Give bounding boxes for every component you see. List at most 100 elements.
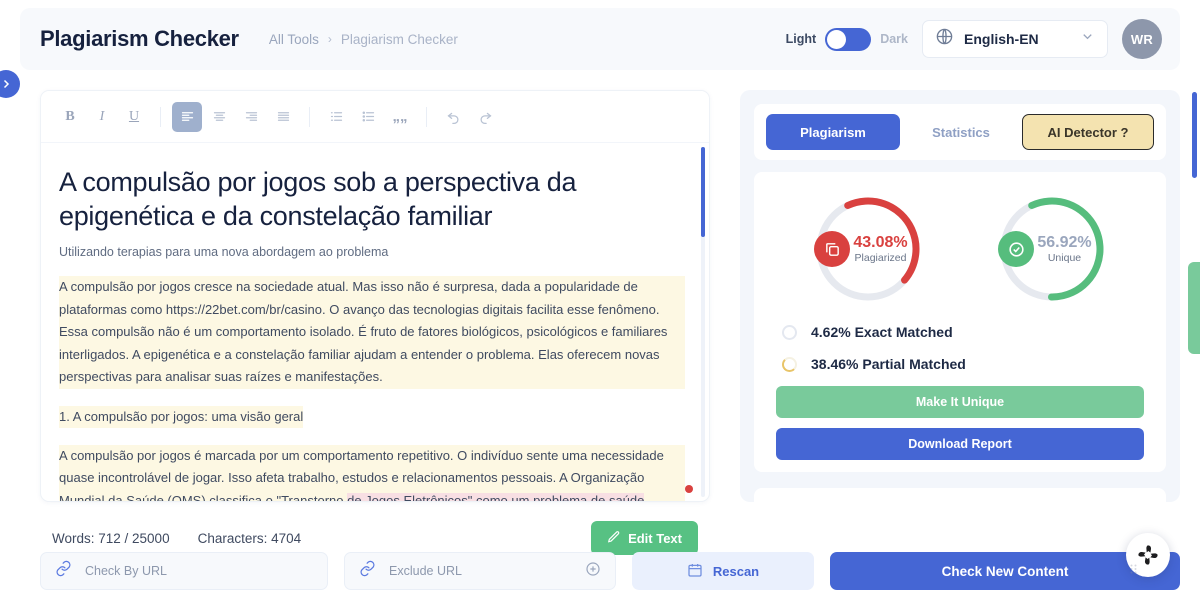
plagiarized-percent: 43.08% — [853, 234, 908, 251]
partial-match-icon — [782, 356, 797, 372]
theme-toggle-group: Light Dark — [785, 27, 908, 51]
editor-card: B I U „„ A compulsão por jogos sob a per… — [40, 90, 710, 502]
rescan-button[interactable]: Rescan — [632, 552, 814, 590]
document-body[interactable]: A compulsão por jogos sob a perspectiva … — [41, 143, 709, 501]
header-actions: Light Dark English-EN WR — [786, 19, 1162, 59]
editor-scrollbar[interactable] — [701, 147, 705, 497]
undo-icon[interactable] — [438, 102, 468, 132]
document-title: A compulsão por jogos sob a perspectiva … — [59, 167, 577, 231]
breadcrumb-current: Plagiarism Checker — [340, 31, 458, 47]
breadcrumb-all-tools[interactable]: All Tools — [269, 32, 319, 47]
avatar[interactable]: WR — [1122, 19, 1162, 59]
tab-statistics[interactable]: Statistics — [910, 114, 1012, 150]
theme-switch-knob — [827, 29, 847, 49]
editor-scrollbar-thumb[interactable] — [701, 147, 705, 237]
copy-icon — [814, 231, 851, 267]
exact-match-icon — [782, 324, 797, 340]
partial-matched-percent: 38.46% — [811, 356, 859, 372]
donut-unique-labels: 56.92% Unique — [1037, 234, 1091, 264]
results-secondary-card — [754, 488, 1166, 502]
unique-percent: 56.92% — [1037, 234, 1092, 251]
exact-matched-text: 4.62% Exact Matched — [811, 324, 953, 340]
breadcrumb: All Tools › Plagiarism Checker — [269, 32, 458, 47]
toolbar-divider — [309, 106, 310, 127]
edit-text-button[interactable]: Edit Text — [591, 521, 698, 555]
partial-matched-label: Partial Matched — [862, 356, 966, 372]
rescan-label: Rescan — [712, 563, 760, 579]
exclude-url-input[interactable]: Exclude URL — [344, 552, 616, 590]
chevron-right-icon: › — [327, 32, 332, 46]
plagiarized-label: Plagiarized — [854, 252, 907, 264]
check-circle-icon — [998, 231, 1035, 267]
italic-icon[interactable]: I — [87, 102, 117, 132]
results-card: Plagiarism Statistics AI Detector ? 43.0… — [740, 90, 1180, 502]
donut-plagiarized: 43.08% Plagiarized — [812, 193, 924, 305]
donut-plagiarized-inner: 43.08% Plagiarized — [812, 193, 924, 305]
align-center-icon[interactable] — [204, 102, 234, 132]
document-subtitle: Utilizando terapias para uma nova aborda… — [59, 245, 389, 259]
pinwheel-icon — [1138, 545, 1158, 565]
chevron-down-icon — [1080, 29, 1095, 49]
theme-switch[interactable] — [825, 27, 872, 51]
exact-matched-row: 4.62% Exact Matched — [776, 324, 1144, 340]
language-value: English-EN — [964, 31, 1039, 47]
download-report-button[interactable]: Download Report — [776, 428, 1144, 460]
pencil-icon — [607, 530, 621, 547]
score-card: 43.08% Plagiarized 56.92% Unique 4.62% E… — [754, 172, 1166, 472]
redo-icon[interactable] — [470, 102, 500, 132]
language-selector[interactable]: English-EN — [922, 20, 1108, 58]
link-icon — [55, 560, 72, 582]
word-count: Words: 712 / 25000 — [52, 530, 170, 546]
toolbar-divider — [160, 106, 161, 127]
align-right-icon[interactable] — [236, 102, 266, 132]
exact-matched-label: Exact Matched — [854, 324, 953, 340]
numbered-list-icon[interactable] — [321, 102, 351, 132]
theme-dark-label: Dark — [880, 32, 908, 46]
bulleted-list-icon[interactable] — [353, 102, 383, 132]
underline-icon[interactable]: U — [119, 102, 149, 132]
document-paragraph-2: A compulsão por jogos é marcada por um c… — [59, 444, 685, 501]
partial-matched-text: 38.46% Partial Matched — [811, 356, 966, 372]
blockquote-icon[interactable]: „„ — [385, 102, 415, 132]
check-by-url-placeholder: Check By URL — [85, 564, 167, 578]
plagiarism-marker-dot — [685, 485, 693, 493]
make-it-unique-button[interactable]: Make It Unique — [776, 386, 1144, 418]
sidebar-expand-button[interactable] — [0, 70, 20, 98]
tab-ai-detector[interactable]: AI Detector ? — [1022, 114, 1154, 150]
character-count: Characters: 4704 — [197, 530, 302, 546]
drag-handle-icon[interactable] — [1130, 561, 1137, 574]
align-justify-icon[interactable] — [268, 102, 298, 132]
editor-status-bar: Words: 712 / 25000 Characters: 4704 Edit… — [40, 520, 710, 556]
tab-plagiarism[interactable]: Plagiarism — [766, 114, 900, 150]
exclude-url-placeholder: Exclude URL — [389, 564, 462, 578]
partial-matched-row: 38.46% Partial Matched — [776, 356, 1144, 372]
link-icon — [359, 560, 376, 582]
bold-icon[interactable]: B — [55, 102, 85, 132]
donut-unique: 56.92% Unique — [996, 193, 1108, 305]
editor-toolbar: B I U „„ — [41, 91, 709, 143]
calendar-icon — [687, 562, 703, 581]
app-header: Plagiarism Checker All Tools › Plagiaris… — [20, 8, 1180, 70]
results-tabs: Plagiarism Statistics AI Detector ? — [754, 104, 1166, 160]
bottom-action-bar: Check By URL Exclude URL Rescan Check Ne… — [40, 552, 1180, 590]
toolbar-divider — [426, 106, 427, 127]
page-title: Plagiarism Checker — [40, 26, 239, 51]
donut-group: 43.08% Plagiarized 56.92% Unique — [776, 190, 1144, 308]
align-left-icon[interactable] — [172, 101, 202, 132]
theme-light-label: Light — [785, 32, 817, 46]
edit-text-label: Edit Text — [628, 530, 682, 546]
results-column: Plagiarism Statistics AI Detector ? 43.0… — [740, 90, 1200, 590]
document-section-heading: 1. A compulsão por jogos: uma visão gera… — [59, 405, 304, 428]
unique-label: Unique — [1047, 252, 1082, 264]
chat-widget-button[interactable] — [1126, 533, 1170, 577]
donut-plagiarized-labels: 43.08% Plagiarized — [853, 234, 907, 264]
donut-unique-inner: 56.92% Unique — [996, 193, 1108, 305]
globe-icon — [935, 27, 954, 51]
page-scrollbar-thumb[interactable] — [1192, 92, 1197, 178]
check-by-url-input[interactable]: Check By URL — [40, 552, 328, 590]
page-root: Plagiarism Checker All Tools › Plagiaris… — [0, 0, 1200, 613]
side-feedback-tab[interactable] — [1188, 262, 1200, 354]
document-paragraph-1: A compulsão por jogos cresce na sociedad… — [59, 276, 685, 389]
exact-matched-percent: 4.62% — [811, 324, 851, 340]
add-exclude-url-icon[interactable] — [585, 561, 601, 582]
